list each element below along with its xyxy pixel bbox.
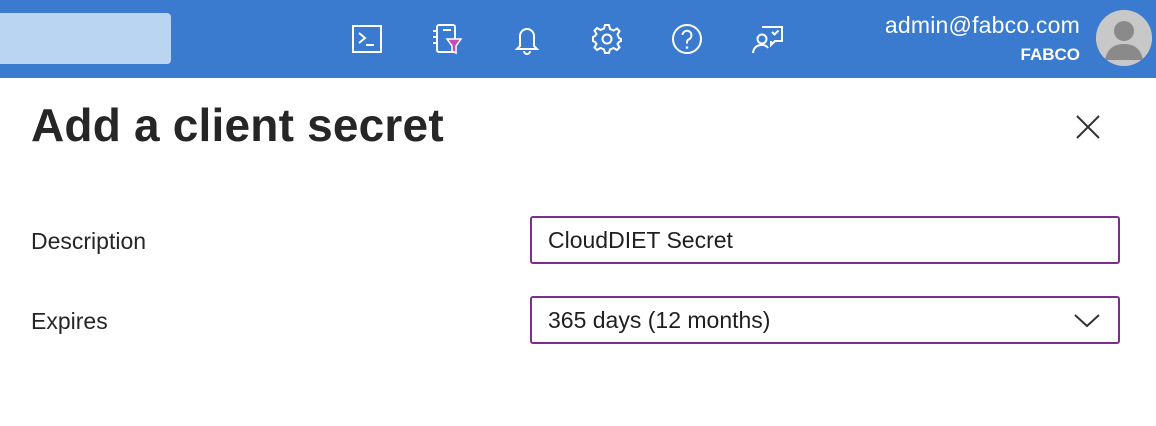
- top-navigation-bar: admin@fabco.com FABCO: [0, 0, 1156, 78]
- feedback-icon[interactable]: [747, 19, 787, 59]
- close-icon: [1076, 115, 1100, 139]
- description-label: Description: [31, 228, 147, 254]
- directory-filter-icon[interactable]: [427, 19, 467, 59]
- cloud-shell-icon[interactable]: [347, 19, 387, 59]
- user-silhouette-icon: [1096, 10, 1152, 66]
- avatar[interactable]: [1096, 10, 1152, 66]
- expires-selected-value: 365 days (12 months): [548, 306, 771, 333]
- close-button[interactable]: [1068, 107, 1108, 147]
- description-input[interactable]: [530, 216, 1120, 264]
- expires-label: Expires: [31, 308, 108, 334]
- account-tenant: FABCO: [1020, 45, 1081, 64]
- account-email: admin@fabco.com: [884, 12, 1080, 38]
- settings-icon[interactable]: [587, 19, 627, 59]
- search-box[interactable]: [0, 13, 171, 64]
- notifications-icon[interactable]: [507, 19, 547, 59]
- expires-dropdown[interactable]: 365 days (12 months): [530, 296, 1120, 344]
- help-icon[interactable]: [667, 19, 707, 59]
- panel-title: Add a client secret: [31, 99, 444, 151]
- account-info[interactable]: admin@fabco.com FABCO: [885, 10, 1080, 66]
- chevron-down-icon: [1074, 314, 1100, 328]
